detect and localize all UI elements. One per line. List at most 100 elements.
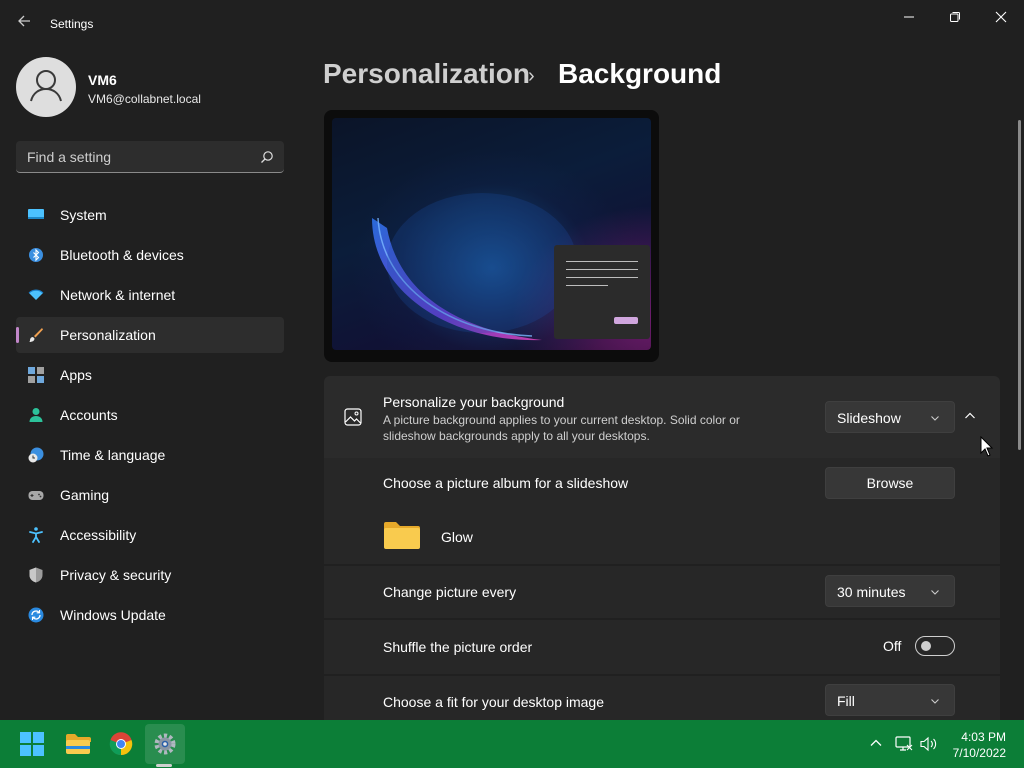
minimize-button[interactable] [886,6,932,28]
update-icon [28,607,44,623]
restore-button[interactable] [932,6,978,28]
sidebar-nav: System Bluetooth & devices Network & int… [16,197,284,637]
personalize-background-card[interactable]: Personalize your background A picture ba… [324,376,1000,458]
preview-line [566,277,638,278]
sidebar-item-label: Accounts [60,407,118,423]
network-icon[interactable] [895,736,913,752]
page-title: Background [558,58,722,89]
sidebar-item-network[interactable]: Network & internet [16,277,284,313]
fit-dropdown[interactable]: Fill [825,684,955,716]
change-picture-label: Change picture every [383,584,517,600]
user-email: VM6@collabnet.local [88,92,201,106]
dropdown-value: Slideshow [837,410,901,426]
mouse-cursor-icon [980,436,994,457]
sidebar-item-windows-update[interactable]: Windows Update [16,597,284,633]
album-label: Choose a picture album for a slideshow [383,475,629,491]
chevron-down-icon [931,590,939,595]
breadcrumb-parent[interactable]: Personalization [323,58,530,90]
sidebar-item-label: Windows Update [60,607,166,623]
sidebar-item-label: Network & internet [60,287,176,303]
sidebar-item-label: Bluetooth & devices [60,247,184,263]
sidebar-item-label: System [60,207,107,223]
preview-window [554,245,650,339]
folder-icon [384,522,420,549]
sidebar-item-accessibility[interactable]: Accessibility [16,517,284,553]
search-input[interactable]: Find a setting [16,141,284,173]
sidebar-item-accounts[interactable]: Accounts [16,397,284,433]
close-icon [995,11,1007,23]
sidebar-item-label: Privacy & security [60,567,172,583]
settings-icon [154,733,176,755]
clock-globe-icon [28,447,44,463]
brush-icon [29,328,43,342]
scrollbar[interactable] [1018,120,1021,450]
bluetooth-icon [29,248,43,262]
shuffle-label: Shuffle the picture order [383,639,533,655]
title-bar: Settings [0,0,1024,48]
dropdown-value: Fill [837,693,855,709]
fit-label: Choose a fit for your desktop image [383,694,605,710]
sidebar-item-privacy-security[interactable]: Privacy & security [16,557,284,593]
system-clock[interactable]: 4:03 PM 7/10/2022 [953,729,1006,761]
search-placeholder: Find a setting [27,149,112,165]
chevron-up-icon [965,412,975,419]
image-icon [344,408,362,426]
active-app-indicator [156,764,172,767]
wifi-icon [28,289,44,300]
back-button[interactable] [14,14,34,34]
preview-line [566,285,608,286]
file-explorer-button[interactable] [57,724,97,764]
personalize-background-description: A picture background applies to your cur… [383,413,740,443]
chrome-icon [109,732,133,756]
sidebar-item-label: Gaming [60,487,110,503]
change-picture-row: Change picture every 30 minutes [324,566,1000,618]
restore-icon [950,12,960,22]
preview-line [566,261,638,262]
picture-album-section: Choose a picture album for a slideshow B… [324,458,1000,564]
person-icon [29,408,43,422]
volume-icon[interactable] [920,736,938,752]
monitor-icon [28,209,44,219]
clock-time: 4:03 PM [961,730,1006,744]
shuffle-row: Shuffle the picture order Off [324,620,1000,674]
breadcrumb-separator: › [528,65,535,87]
sidebar-item-label: Apps [60,367,92,383]
chrome-button[interactable] [101,724,141,764]
sidebar-item-gaming[interactable]: Gaming [16,477,284,513]
close-button[interactable] [978,6,1024,28]
background-type-dropdown[interactable]: Slideshow [825,401,955,433]
clock-date: 7/10/2022 [952,746,1006,760]
sidebar-item-label: Personalization [60,327,156,343]
dropdown-value: 30 minutes [837,584,906,600]
collapse-button[interactable] [964,409,986,425]
desktop-preview [324,110,659,362]
personalize-background-title: Personalize your background [383,394,565,410]
album-folder-name: Glow [441,529,473,545]
sidebar-item-system[interactable]: System [16,197,284,233]
browse-button[interactable]: Browse [825,467,955,499]
apps-icon [28,367,44,383]
sidebar-item-bluetooth[interactable]: Bluetooth & devices [16,237,284,273]
search-icon [261,151,273,163]
sidebar-item-time-language[interactable]: Time & language [16,437,284,473]
start-button[interactable] [12,724,52,764]
shuffle-state-label: Off [883,638,902,654]
fit-row: Choose a fit for your desktop image Fill [324,676,1000,720]
avatar[interactable] [16,57,76,117]
change-picture-dropdown[interactable]: 30 minutes [825,575,955,607]
wallpaper-preview [332,118,651,350]
shield-icon [29,567,43,583]
preview-button [614,317,638,324]
toggle-knob [921,641,931,651]
chevron-up-icon[interactable] [869,736,883,750]
sidebar-item-personalization[interactable]: Personalization [16,317,284,353]
sidebar-item-apps[interactable]: Apps [16,357,284,393]
windows-start-icon [20,732,44,756]
sidebar-item-label: Time & language [60,447,166,463]
minimize-icon [904,16,914,18]
chevron-down-icon [931,699,939,704]
shuffle-toggle[interactable] [915,636,955,656]
app-title: Settings [50,17,94,31]
person-icon [30,70,62,102]
settings-button[interactable] [145,724,185,764]
